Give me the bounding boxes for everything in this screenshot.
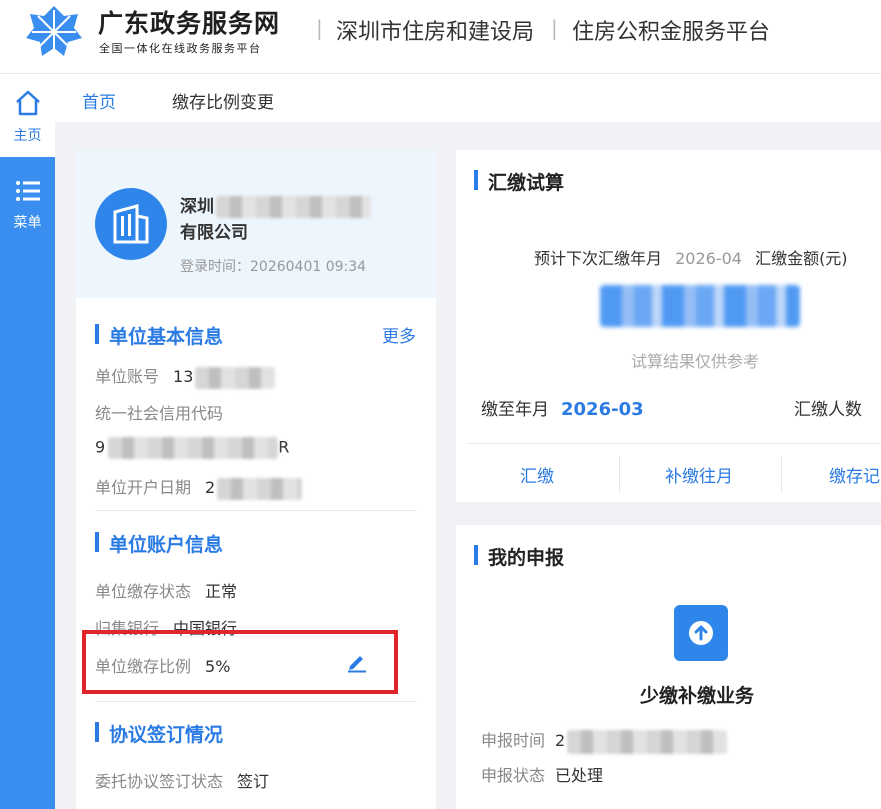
- tab-home[interactable]: 首页: [82, 88, 116, 113]
- next-payment-value: 2026-04: [675, 249, 742, 268]
- agreement-label: 委托协议签订状态: [95, 772, 224, 791]
- divider: [619, 456, 620, 492]
- rail-menu-label: 菜单: [13, 215, 42, 231]
- open-date-label: 单位开户日期: [95, 478, 192, 497]
- report-time-label: 申报时间: [481, 731, 546, 750]
- login-time: 登录时间：20260401 09:34: [180, 259, 367, 275]
- masked-text: [217, 477, 303, 500]
- calc-note: 试算结果仅供参考: [631, 352, 760, 371]
- company-name: 深圳 有限公司: [180, 194, 371, 246]
- section-agreement-title: 协议签订情况: [95, 720, 223, 747]
- header-separator: |: [316, 16, 323, 40]
- company-profile: 深圳 有限公司 登录时间：20260401 09:34: [76, 150, 436, 298]
- masked-text: [216, 196, 371, 218]
- amount-label: 汇缴金额(元): [755, 249, 848, 268]
- business-name: 少缴补缴业务: [640, 685, 755, 707]
- payment-record-button[interactable]: 缴存记: [829, 462, 880, 487]
- pay-button[interactable]: 汇缴: [520, 462, 554, 487]
- department-name: 深圳市住房和建设局: [336, 20, 535, 45]
- next-payment-line: 预计下次汇缴年月 2026-04 汇缴金额(元): [534, 245, 848, 269]
- agreement-field: 委托协议签订状态 签订: [95, 768, 269, 792]
- menu-icon: [16, 181, 40, 201]
- credit-code-label: 统一社会信用代码: [95, 404, 224, 423]
- paid-to-label: 缴至年月: [481, 400, 549, 420]
- paid-to-value: 2026-03: [561, 399, 644, 420]
- account-value: 13: [173, 367, 194, 386]
- report-business-button[interactable]: [674, 605, 728, 661]
- company-avatar: [95, 188, 167, 260]
- credit-code-field: 9R: [95, 437, 289, 459]
- brand-subtitle: 全国一体化在线政务服务平台: [99, 42, 262, 55]
- open-date-field: 单位开户日期 2: [95, 474, 303, 500]
- status-label: 单位缴存状态: [95, 582, 192, 601]
- divider: [781, 456, 782, 492]
- company-name-prefix: 深圳: [180, 197, 214, 217]
- masked-amount: [600, 285, 800, 327]
- site-header: 广东政务服务网 全国一体化在线政务服务平台 | 深圳市住房和建设局 | 住房公积…: [0, 0, 881, 74]
- platform-name: 住房公积金服务平台: [572, 20, 771, 45]
- agreement-value: 签订: [237, 772, 270, 791]
- report-status-value: 已处理: [555, 766, 604, 785]
- report-time-field: 申报时间 2: [481, 727, 728, 754]
- guangdong-logo-icon: [26, 6, 82, 56]
- section-account-info-title: 单位账户信息: [95, 530, 223, 557]
- upload-icon: [689, 621, 713, 645]
- tab-contribution-ratio-change[interactable]: 缴存比例变更: [172, 88, 274, 113]
- home-icon: [16, 90, 40, 116]
- building-icon: [113, 204, 149, 244]
- account-field: 单位账号 13: [95, 363, 276, 389]
- credit-code-label-row: 统一社会信用代码: [95, 400, 223, 424]
- header-separator: |: [551, 16, 558, 40]
- brand-title: 广东政务服务网: [98, 9, 281, 38]
- rail-home-label: 主页: [13, 128, 42, 144]
- tab-bar: 首页 缴存比例变更: [55, 75, 881, 122]
- status-value: 正常: [205, 582, 238, 601]
- report-status-label: 申报状态: [481, 766, 546, 785]
- next-payment-label: 预计下次汇缴年月: [534, 249, 663, 268]
- masked-text: [108, 437, 279, 459]
- company-name-suffix: 有限公司: [180, 223, 248, 243]
- credit-code-prefix: 9: [95, 437, 106, 457]
- paid-to-row: 缴至年月 2026-03: [481, 395, 644, 420]
- status-field: 单位缴存状态 正常: [95, 578, 237, 602]
- credit-code-suffix: R: [278, 437, 290, 457]
- divider: [466, 443, 881, 444]
- rail-home-button[interactable]: 主页: [0, 75, 55, 157]
- side-rail: 主页 菜单: [0, 75, 55, 809]
- report-status-field: 申报状态 已处理: [481, 762, 603, 786]
- masked-text: [567, 729, 728, 754]
- edit-icon[interactable]: [346, 651, 368, 673]
- account-label: 单位账号: [95, 367, 160, 386]
- divider: [95, 701, 417, 702]
- people-count-label: 汇缴人数: [794, 400, 862, 420]
- open-date-value: 2: [205, 478, 216, 497]
- masked-text: [195, 366, 276, 389]
- company-info-card: 深圳 有限公司 登录时间：20260401 09:34 单位基本信息 更多 单位…: [76, 150, 436, 809]
- section-basic-info-title: 单位基本信息: [95, 322, 223, 349]
- back-pay-button[interactable]: 补缴往月: [665, 462, 733, 487]
- report-time-value: 2: [555, 731, 566, 750]
- calc-title: 汇缴试算: [474, 168, 564, 195]
- more-link[interactable]: 更多: [382, 322, 416, 347]
- report-title: 我的申报: [474, 543, 564, 570]
- divider: [95, 510, 417, 511]
